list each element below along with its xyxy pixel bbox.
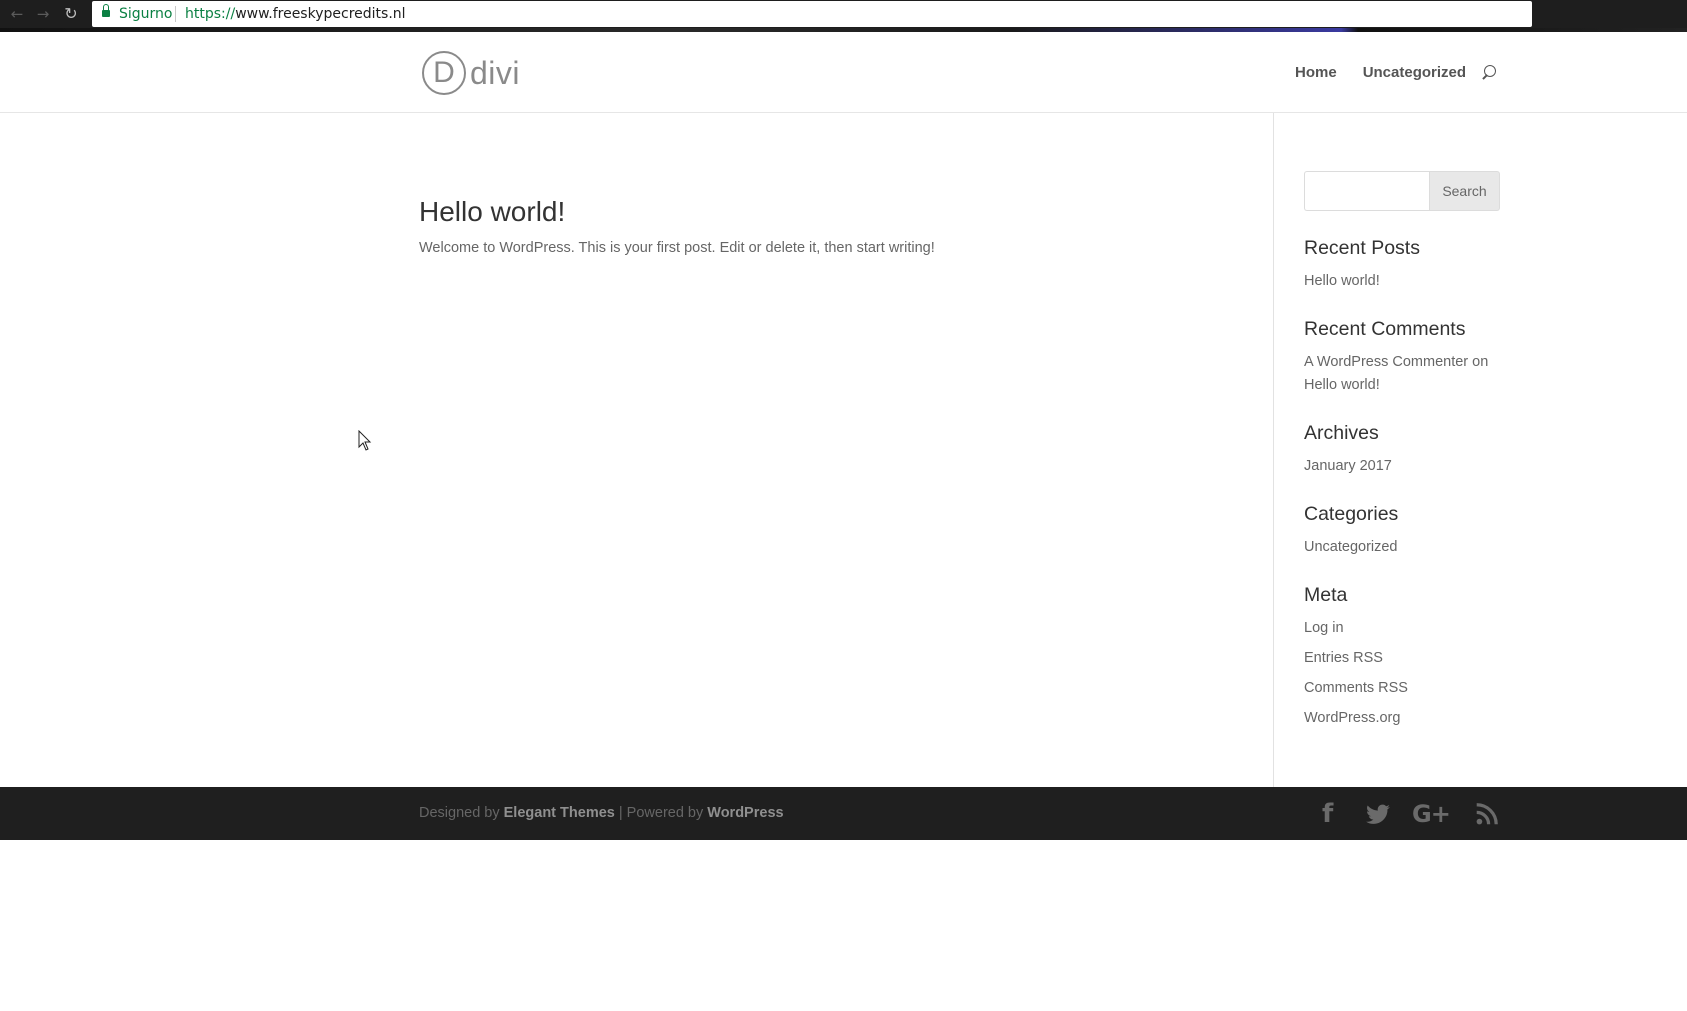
facebook-icon[interactable]: f: [1322, 800, 1333, 828]
recent-post-link[interactable]: Hello world!: [1304, 270, 1500, 293]
archive-link[interactable]: January 2017: [1304, 455, 1500, 478]
wordpress-link[interactable]: WordPress: [707, 805, 783, 821]
site-logo[interactable]: D divi: [422, 50, 520, 96]
address-separator: [175, 6, 176, 22]
forward-icon[interactable]: →: [32, 4, 54, 24]
reload-icon[interactable]: ↻: [60, 4, 82, 24]
logo-text: divi: [470, 54, 521, 91]
lock-icon: [102, 4, 110, 18]
elegant-themes-link[interactable]: Elegant Themes: [504, 805, 615, 821]
mouse-cursor-icon: [358, 429, 372, 452]
site-footer: Designed by Elegant Themes | Powered by …: [0, 787, 1687, 840]
nav-home[interactable]: Home: [1295, 64, 1337, 81]
sidebar-search-form: Search: [1304, 171, 1500, 211]
nav-uncategorized[interactable]: Uncategorized: [1363, 64, 1466, 81]
rss-icon[interactable]: [1474, 800, 1500, 828]
search-icon[interactable]: [1481, 65, 1499, 83]
address-bar[interactable]: Sigurno https://www.freeskypecredits.nl: [92, 1, 1532, 27]
category-link[interactable]: Uncategorized: [1304, 536, 1500, 559]
comment-on-text: on: [1472, 354, 1489, 370]
meta-comments-rss-link[interactable]: Comments RSS: [1304, 677, 1500, 700]
back-icon[interactable]: ←: [6, 4, 28, 24]
recent-comments-title: Recent Comments: [1304, 318, 1466, 340]
comment-post-link[interactable]: Hello world!: [1304, 377, 1380, 393]
comment-author-link[interactable]: A WordPress Commenter: [1304, 354, 1468, 370]
twitter-icon[interactable]: [1365, 800, 1391, 828]
sidebar-search-button[interactable]: Search: [1429, 171, 1500, 211]
secure-label: Sigurno: [119, 6, 173, 22]
meta-wordpress-org-link[interactable]: WordPress.org: [1304, 707, 1500, 730]
sidebar-divider: [1273, 113, 1274, 787]
logo-mark: D: [422, 51, 466, 95]
post-excerpt: Welcome to WordPress. This is your first…: [419, 240, 935, 256]
meta-entries-rss-link[interactable]: Entries RSS: [1304, 647, 1500, 670]
categories-title: Categories: [1304, 503, 1399, 525]
archives-title: Archives: [1304, 422, 1379, 444]
browser-toolbar: ← → ↻ Sigurno https://www.freeskypecredi…: [0, 0, 1687, 28]
meta-title: Meta: [1304, 584, 1348, 606]
main-nav: Home Uncategorized: [1295, 64, 1466, 81]
url-text[interactable]: https://www.freeskypecredits.nl: [185, 6, 406, 22]
post-title[interactable]: Hello world!: [419, 196, 565, 228]
sidebar-search-input[interactable]: [1304, 171, 1430, 211]
footer-credits: Designed by Elegant Themes | Powered by …: [419, 805, 784, 821]
google-plus-icon[interactable]: G+: [1412, 800, 1451, 828]
recent-comment-item: A WordPress Commenter on Hello world!: [1304, 351, 1500, 397]
site-header: D divi Home Uncategorized: [0, 32, 1687, 113]
recent-posts-title: Recent Posts: [1304, 237, 1420, 259]
meta-login-link[interactable]: Log in: [1304, 617, 1500, 640]
